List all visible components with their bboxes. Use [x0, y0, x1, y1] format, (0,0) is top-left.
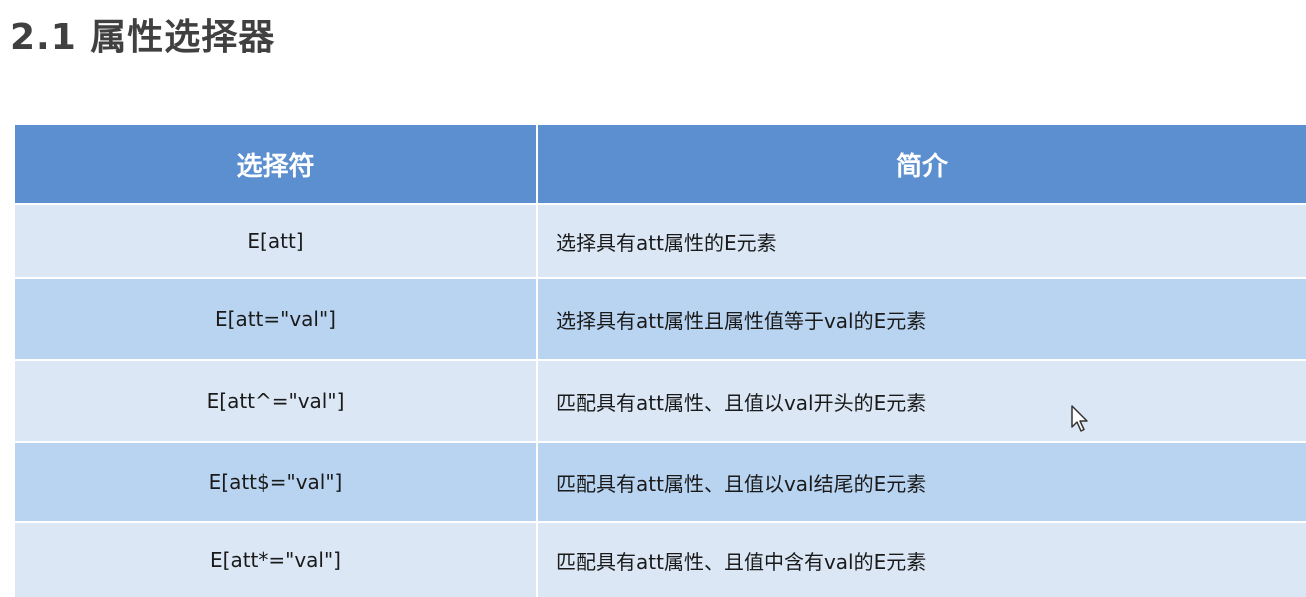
column-header-description: 简介: [537, 125, 1306, 204]
description-cell: 匹配具有att属性、且值中含有val的E元素: [537, 521, 1306, 597]
selector-cell: E[att$="val"]: [15, 441, 538, 522]
selector-cell: E[att]: [15, 203, 538, 278]
table-row: E[att^="val"] 匹配具有att属性、且值以val开头的E元素: [15, 359, 1306, 442]
attribute-selector-table: 选择符 简介 E[att] 选择具有att属性的E元素 E[att="val"]…: [15, 125, 1306, 597]
selector-cell: E[att*="val"]: [15, 521, 538, 597]
table-row: E[att] 选择具有att属性的E元素: [15, 203, 1306, 278]
selector-cell: E[att^="val"]: [15, 359, 538, 442]
description-cell: 选择具有att属性且属性值等于val的E元素: [537, 277, 1306, 360]
selector-cell: E[att="val"]: [15, 277, 538, 360]
mouse-cursor-icon: [1071, 405, 1088, 432]
table-row: E[att="val"] 选择具有att属性且属性值等于val的E元素: [15, 277, 1306, 360]
description-cell: 匹配具有att属性、且值以val结尾的E元素: [537, 441, 1306, 522]
description-cell: 匹配具有att属性、且值以val开头的E元素: [537, 359, 1306, 442]
table-row: E[att*="val"] 匹配具有att属性、且值中含有val的E元素: [15, 521, 1306, 597]
description-cell: 选择具有att属性的E元素: [537, 203, 1306, 278]
table-header-row: 选择符 简介: [15, 125, 1306, 204]
table-row: E[att$="val"] 匹配具有att属性、且值以val结尾的E元素: [15, 441, 1306, 522]
column-header-selector: 选择符: [15, 125, 538, 204]
page-title: 2.1 属性选择器: [10, 17, 276, 58]
